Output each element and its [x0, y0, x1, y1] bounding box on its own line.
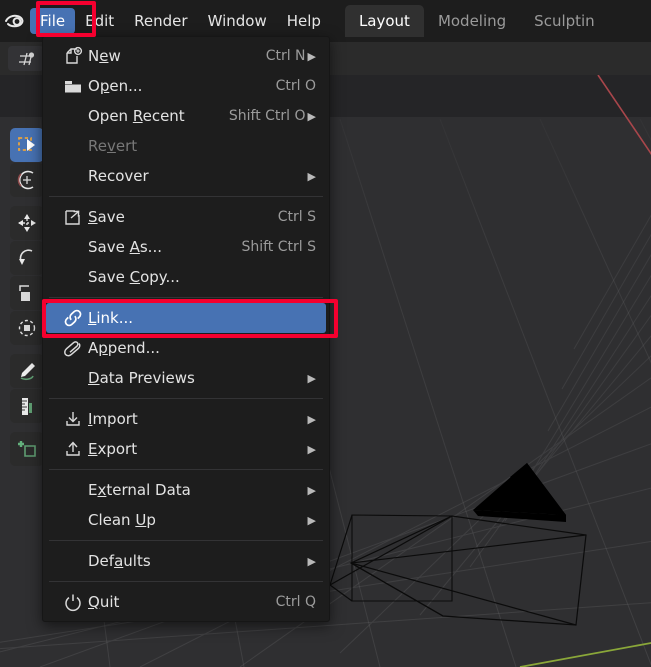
workspace-tabs: Layout Modeling Sculptin	[345, 0, 609, 42]
menu-item-shortcut: Ctrl S	[278, 209, 316, 225]
menu-item-label: Export	[88, 440, 308, 458]
save-icon	[58, 207, 88, 227]
menu-separator	[49, 469, 323, 470]
menu-render[interactable]: Render	[124, 8, 197, 34]
menu-separator	[49, 581, 323, 582]
tool-group-annotate	[10, 354, 44, 423]
menu-edit[interactable]: Edit	[75, 8, 124, 34]
import-icon	[58, 409, 88, 429]
menu-item-external-data[interactable]: External Data▶	[46, 475, 326, 505]
export-icon	[58, 439, 88, 459]
menu-item-label: Save Copy...	[88, 268, 316, 286]
menu-separator	[49, 540, 323, 541]
menu-separator	[49, 297, 323, 298]
link-chain-icon	[58, 308, 88, 328]
menu-item-clean-up[interactable]: Clean Up▶	[46, 505, 326, 535]
menu-item-label: Recover	[88, 167, 308, 185]
menu-item-label: Save As...	[88, 238, 227, 256]
submenu-arrow-icon: ▶	[308, 51, 316, 62]
menu-item-open[interactable]: Open... Ctrl O	[46, 71, 326, 101]
menu-item-recover[interactable]: Recover▶	[46, 161, 326, 191]
menu-file[interactable]: File	[30, 8, 75, 34]
menu-item-label: Open...	[88, 77, 262, 95]
menu-separator	[49, 398, 323, 399]
menu-item-shortcut: Shift Ctrl S	[241, 239, 316, 255]
select-box-icon[interactable]	[10, 128, 44, 162]
menu-item-shortcut: Ctrl Q	[276, 594, 316, 610]
menu-item-export[interactable]: Export▶	[46, 434, 326, 464]
append-paperclip-icon	[58, 338, 88, 358]
cursor-icon[interactable]	[10, 163, 44, 197]
menu-window[interactable]: Window	[198, 8, 277, 34]
tool-group-select	[10, 128, 44, 197]
menu-item-open-recent[interactable]: Open Recent Shift Ctrl O▶	[46, 101, 326, 131]
editor-type-icon[interactable]	[8, 46, 44, 71]
submenu-arrow-icon: ▶	[308, 444, 316, 455]
menu-item-label: Append...	[88, 339, 316, 357]
menu-item-label: Quit	[88, 593, 262, 611]
open-folder-icon	[58, 76, 88, 96]
tab-modeling[interactable]: Modeling	[424, 5, 520, 37]
menu-item-import[interactable]: Import▶	[46, 404, 326, 434]
power-icon	[58, 592, 88, 612]
menu-item-label: Defaults	[88, 552, 308, 570]
menu-item-revert: Revert	[46, 131, 326, 161]
menu-item-shortcut: Ctrl O	[276, 78, 316, 94]
menu-item-save-copy[interactable]: Save Copy...	[46, 262, 326, 292]
tab-sculpting[interactable]: Sculptin	[520, 5, 609, 37]
menu-item-label: New	[88, 47, 252, 65]
menu-item-label: Open Recent	[88, 107, 215, 125]
menu-item-label: Link...	[88, 309, 316, 327]
menu-item-quit[interactable]: Quit Ctrl Q	[46, 587, 326, 617]
menu-item-label: Import	[88, 410, 308, 428]
submenu-arrow-icon: ▶	[308, 373, 316, 384]
menu-item-new[interactable]: New Ctrl N▶	[46, 41, 326, 71]
tool-group-transform	[10, 206, 44, 345]
menu-help[interactable]: Help	[277, 8, 331, 34]
transform-icon[interactable]	[10, 311, 44, 345]
file-dropdown-menu[interactable]: NewCtrl N▶Open...Ctrl OOpen RecentShift …	[42, 36, 330, 622]
menu-item-save-as[interactable]: Save As... Shift Ctrl S	[46, 232, 326, 262]
menu-item-label: Save	[88, 208, 264, 226]
menu-item-data-previews[interactable]: Data Previews▶	[46, 363, 326, 393]
tab-layout[interactable]: Layout	[345, 5, 424, 37]
menu-item-label: Revert	[88, 137, 316, 155]
menu-item-shortcut: Ctrl N	[266, 48, 306, 64]
measure-icon[interactable]	[10, 389, 44, 423]
scale-icon[interactable]	[10, 276, 44, 310]
menu-separator	[49, 196, 323, 197]
submenu-arrow-icon: ▶	[308, 414, 316, 425]
submenu-arrow-icon: ▶	[308, 111, 316, 122]
blender-window: lect Add Object	[0, 0, 651, 667]
menu-item-label: External Data	[88, 481, 308, 499]
new-file-icon	[58, 46, 88, 66]
tool-group-add	[10, 432, 44, 466]
annotate-icon[interactable]	[10, 354, 44, 388]
viewport-toolbar	[10, 128, 44, 473]
rotate-icon[interactable]	[10, 241, 44, 275]
move-icon[interactable]	[10, 206, 44, 240]
menu-item-label: Clean Up	[88, 511, 308, 529]
submenu-arrow-icon: ▶	[308, 485, 316, 496]
menu-item-label: Data Previews	[88, 369, 308, 387]
menu-item-append[interactable]: Append...	[46, 333, 326, 363]
add-cube-icon[interactable]	[10, 432, 44, 466]
menu-item-defaults[interactable]: Defaults▶	[46, 546, 326, 576]
submenu-arrow-icon: ▶	[308, 556, 316, 567]
menu-item-save[interactable]: Save Ctrl S	[46, 202, 326, 232]
submenu-arrow-icon: ▶	[308, 515, 316, 526]
menu-item-shortcut: Shift Ctrl O	[229, 108, 306, 124]
menu-item-link[interactable]: Link...	[46, 303, 326, 333]
submenu-arrow-icon: ▶	[308, 171, 316, 182]
blender-logo-icon[interactable]	[0, 0, 30, 42]
